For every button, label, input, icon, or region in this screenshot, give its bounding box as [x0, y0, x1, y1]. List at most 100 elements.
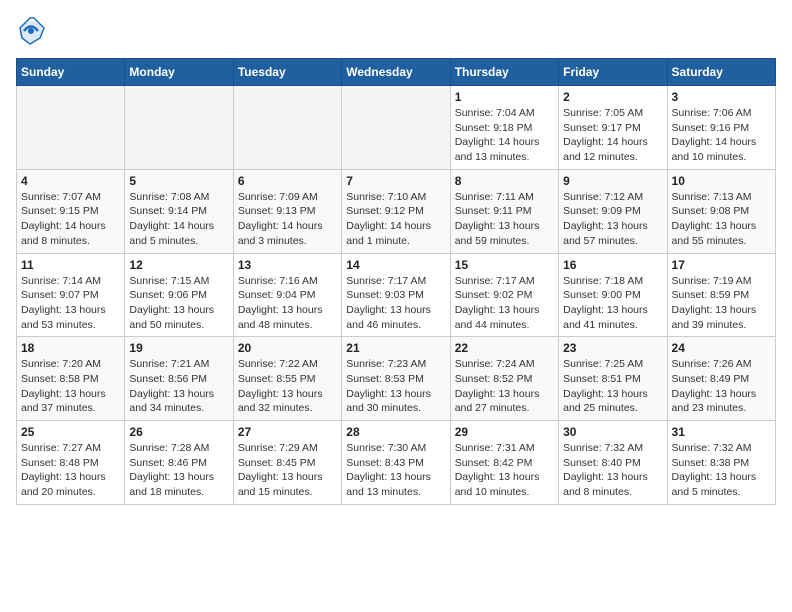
calendar-cell: 31 Sunrise: 7:32 AM Sunset: 8:38 PM Dayli… — [667, 421, 775, 505]
day-info: Sunrise: 7:08 AM Sunset: 9:14 PM Dayligh… — [129, 190, 228, 249]
day-number: 19 — [129, 341, 228, 355]
calendar-cell: 17 Sunrise: 7:19 AM Sunset: 8:59 PM Dayli… — [667, 253, 775, 337]
calendar-cell: 1 Sunrise: 7:04 AM Sunset: 9:18 PM Daylig… — [450, 86, 558, 170]
day-info: Sunrise: 7:12 AM Sunset: 9:09 PM Dayligh… — [563, 190, 662, 249]
weekday-saturday: Saturday — [667, 59, 775, 86]
day-number: 10 — [672, 174, 771, 188]
calendar-cell: 11 Sunrise: 7:14 AM Sunset: 9:07 PM Dayli… — [17, 253, 125, 337]
calendar-cell: 6 Sunrise: 7:09 AM Sunset: 9:13 PM Daylig… — [233, 169, 341, 253]
week-row-2: 4Sunrise: 7:07 AM Sunset: 9:15 PM Daylig… — [17, 169, 776, 253]
calendar-cell: 21 Sunrise: 7:23 AM Sunset: 8:53 PM Dayli… — [342, 337, 450, 421]
calendar-table: SundayMondayTuesdayWednesdayThursdayFrid… — [16, 58, 776, 505]
day-number: 13 — [238, 258, 337, 272]
day-number: 31 — [672, 425, 771, 439]
weekday-sunday: Sunday — [17, 59, 125, 86]
day-info: Sunrise: 7:19 AM Sunset: 8:59 PM Dayligh… — [672, 274, 771, 333]
calendar-cell: 4Sunrise: 7:07 AM Sunset: 9:15 PM Daylig… — [17, 169, 125, 253]
day-info: Sunrise: 7:31 AM Sunset: 8:42 PM Dayligh… — [455, 441, 554, 500]
day-info: Sunrise: 7:06 AM Sunset: 9:16 PM Dayligh… — [672, 106, 771, 165]
calendar-cell: 23 Sunrise: 7:25 AM Sunset: 8:51 PM Dayli… — [559, 337, 667, 421]
day-info: Sunrise: 7:16 AM Sunset: 9:04 PM Dayligh… — [238, 274, 337, 333]
day-info: Sunrise: 7:23 AM Sunset: 8:53 PM Dayligh… — [346, 357, 445, 416]
day-info: Sunrise: 7:14 AM Sunset: 9:07 PM Dayligh… — [21, 274, 120, 333]
day-number: 6 — [238, 174, 337, 188]
calendar-cell: 20 Sunrise: 7:22 AM Sunset: 8:55 PM Dayli… — [233, 337, 341, 421]
day-info: Sunrise: 7:30 AM Sunset: 8:43 PM Dayligh… — [346, 441, 445, 500]
day-info: Sunrise: 7:25 AM Sunset: 8:51 PM Dayligh… — [563, 357, 662, 416]
day-number: 30 — [563, 425, 662, 439]
calendar-cell: 19 Sunrise: 7:21 AM Sunset: 8:56 PM Dayli… — [125, 337, 233, 421]
calendar-cell: 3 Sunrise: 7:06 AM Sunset: 9:16 PM Daylig… — [667, 86, 775, 170]
calendar-cell — [17, 86, 125, 170]
day-number: 7 — [346, 174, 445, 188]
logo-icon — [16, 16, 46, 46]
day-info: Sunrise: 7:17 AM Sunset: 9:02 PM Dayligh… — [455, 274, 554, 333]
day-number: 12 — [129, 258, 228, 272]
day-number: 16 — [563, 258, 662, 272]
week-row-1: 1 Sunrise: 7:04 AM Sunset: 9:18 PM Daylig… — [17, 86, 776, 170]
calendar-cell: 13 Sunrise: 7:16 AM Sunset: 9:04 PM Dayli… — [233, 253, 341, 337]
week-row-4: 18Sunrise: 7:20 AM Sunset: 8:58 PM Dayli… — [17, 337, 776, 421]
calendar-cell: 14Sunrise: 7:17 AM Sunset: 9:03 PM Dayli… — [342, 253, 450, 337]
day-info: Sunrise: 7:20 AM Sunset: 8:58 PM Dayligh… — [21, 357, 120, 416]
calendar-cell — [125, 86, 233, 170]
calendar-cell: 29 Sunrise: 7:31 AM Sunset: 8:42 PM Dayli… — [450, 421, 558, 505]
day-number: 2 — [563, 90, 662, 104]
day-info: Sunrise: 7:32 AM Sunset: 8:40 PM Dayligh… — [563, 441, 662, 500]
day-number: 9 — [563, 174, 662, 188]
day-number: 8 — [455, 174, 554, 188]
day-number: 20 — [238, 341, 337, 355]
calendar-cell: 26 Sunrise: 7:28 AM Sunset: 8:46 PM Dayli… — [125, 421, 233, 505]
calendar-cell: 18Sunrise: 7:20 AM Sunset: 8:58 PM Dayli… — [17, 337, 125, 421]
calendar-cell: 12 Sunrise: 7:15 AM Sunset: 9:06 PM Dayli… — [125, 253, 233, 337]
day-info: Sunrise: 7:09 AM Sunset: 9:13 PM Dayligh… — [238, 190, 337, 249]
day-number: 29 — [455, 425, 554, 439]
calendar-cell: 30 Sunrise: 7:32 AM Sunset: 8:40 PM Dayli… — [559, 421, 667, 505]
day-number: 3 — [672, 90, 771, 104]
week-row-3: 11 Sunrise: 7:14 AM Sunset: 9:07 PM Dayli… — [17, 253, 776, 337]
day-info: Sunrise: 7:21 AM Sunset: 8:56 PM Dayligh… — [129, 357, 228, 416]
day-number: 11 — [21, 258, 120, 272]
calendar-cell: 16 Sunrise: 7:18 AM Sunset: 9:00 PM Dayli… — [559, 253, 667, 337]
day-number: 27 — [238, 425, 337, 439]
day-number: 4 — [21, 174, 120, 188]
day-info: Sunrise: 7:05 AM Sunset: 9:17 PM Dayligh… — [563, 106, 662, 165]
day-number: 24 — [672, 341, 771, 355]
calendar-cell: 24 Sunrise: 7:26 AM Sunset: 8:49 PM Dayli… — [667, 337, 775, 421]
day-info: Sunrise: 7:24 AM Sunset: 8:52 PM Dayligh… — [455, 357, 554, 416]
day-number: 5 — [129, 174, 228, 188]
day-info: Sunrise: 7:11 AM Sunset: 9:11 PM Dayligh… — [455, 190, 554, 249]
calendar-cell: 27 Sunrise: 7:29 AM Sunset: 8:45 PM Dayli… — [233, 421, 341, 505]
weekday-friday: Friday — [559, 59, 667, 86]
logo — [16, 16, 50, 46]
day-number: 22 — [455, 341, 554, 355]
header — [16, 16, 776, 46]
weekday-monday: Monday — [125, 59, 233, 86]
weekday-wednesday: Wednesday — [342, 59, 450, 86]
day-info: Sunrise: 7:22 AM Sunset: 8:55 PM Dayligh… — [238, 357, 337, 416]
day-info: Sunrise: 7:18 AM Sunset: 9:00 PM Dayligh… — [563, 274, 662, 333]
day-number: 15 — [455, 258, 554, 272]
calendar-cell: 8 Sunrise: 7:11 AM Sunset: 9:11 PM Daylig… — [450, 169, 558, 253]
weekday-tuesday: Tuesday — [233, 59, 341, 86]
calendar-cell: 25Sunrise: 7:27 AM Sunset: 8:48 PM Dayli… — [17, 421, 125, 505]
day-info: Sunrise: 7:17 AM Sunset: 9:03 PM Dayligh… — [346, 274, 445, 333]
day-info: Sunrise: 7:04 AM Sunset: 9:18 PM Dayligh… — [455, 106, 554, 165]
calendar-body: 1 Sunrise: 7:04 AM Sunset: 9:18 PM Daylig… — [17, 86, 776, 505]
day-number: 26 — [129, 425, 228, 439]
calendar-cell: 7Sunrise: 7:10 AM Sunset: 9:12 PM Daylig… — [342, 169, 450, 253]
day-info: Sunrise: 7:26 AM Sunset: 8:49 PM Dayligh… — [672, 357, 771, 416]
day-info: Sunrise: 7:28 AM Sunset: 8:46 PM Dayligh… — [129, 441, 228, 500]
calendar-cell: 9 Sunrise: 7:12 AM Sunset: 9:09 PM Daylig… — [559, 169, 667, 253]
calendar-cell: 15 Sunrise: 7:17 AM Sunset: 9:02 PM Dayli… — [450, 253, 558, 337]
day-number: 21 — [346, 341, 445, 355]
day-info: Sunrise: 7:15 AM Sunset: 9:06 PM Dayligh… — [129, 274, 228, 333]
day-info: Sunrise: 7:32 AM Sunset: 8:38 PM Dayligh… — [672, 441, 771, 500]
day-number: 17 — [672, 258, 771, 272]
day-number: 25 — [21, 425, 120, 439]
day-number: 23 — [563, 341, 662, 355]
day-info: Sunrise: 7:29 AM Sunset: 8:45 PM Dayligh… — [238, 441, 337, 500]
calendar-cell — [233, 86, 341, 170]
calendar-cell — [342, 86, 450, 170]
day-number: 1 — [455, 90, 554, 104]
